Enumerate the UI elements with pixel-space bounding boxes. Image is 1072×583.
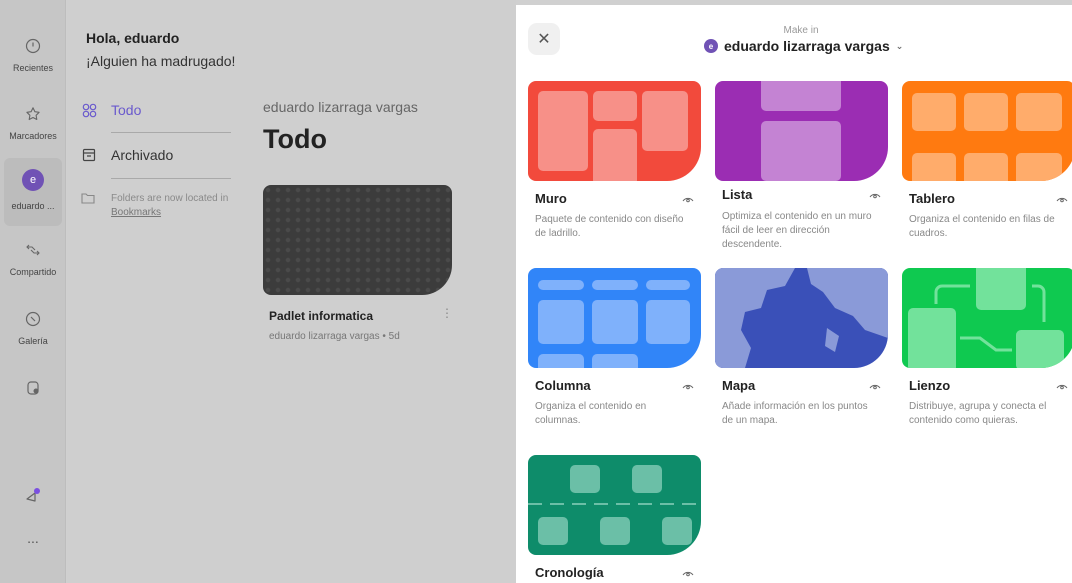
rail-label: Galería: [18, 336, 48, 346]
nav-item-archivado[interactable]: Archivado: [81, 147, 231, 163]
subgreeting: ¡Alguien ha madrugado!: [86, 53, 236, 69]
divider: [111, 132, 231, 133]
bookmarks-link[interactable]: Bookmarks: [111, 207, 161, 218]
preview-eye-icon[interactable]: [682, 569, 694, 577]
preview-eye-icon[interactable]: [1056, 382, 1068, 390]
rail-label: Compartido: [9, 267, 57, 277]
rail-label: eduardo ...: [11, 201, 55, 211]
lista-thumbnail: [715, 81, 888, 181]
more-button[interactable]: ...: [0, 530, 66, 546]
format-card-lienzo[interactable]: Lienzo Distribuye, agrupa y conecta el c…: [902, 268, 1072, 428]
owner-selector[interactable]: e eduardo lizarraga vargas ⌄: [704, 38, 903, 54]
card-title: Columna: [535, 378, 591, 393]
rail-item-recientes[interactable]: Recientes: [0, 33, 66, 73]
avatar: e: [22, 169, 44, 191]
star-icon: [20, 101, 46, 127]
card-description: Organiza el contenido en columnas.: [535, 401, 647, 426]
rail-item-compartido[interactable]: Compartido: [0, 237, 66, 277]
padlet-title[interactable]: Padlet informatica: [269, 309, 373, 323]
chevron-down-icon: ⌄: [895, 40, 904, 51]
rail-label: Recientes: [12, 63, 54, 73]
card-description: Paquete de contenido con diseño de ladri…: [535, 214, 684, 239]
card-title: Lista: [722, 187, 753, 202]
preview-eye-icon[interactable]: [1056, 195, 1068, 203]
tablero-thumbnail: [902, 81, 1072, 181]
make-in-label: Make in: [783, 25, 819, 36]
format-card-mapa[interactable]: Mapa Añade información en los puntos de …: [715, 268, 889, 428]
folder-icon: [81, 192, 97, 220]
preview-eye-icon[interactable]: [682, 382, 694, 390]
nav-label: Todo: [111, 102, 142, 118]
preview-eye-icon[interactable]: [682, 195, 694, 203]
grid-icon: [81, 102, 97, 118]
cronologia-thumbnail: [528, 455, 701, 555]
mapa-thumbnail: [715, 268, 888, 368]
format-card-cronologia[interactable]: Cronología: [528, 455, 702, 580]
lienzo-thumbnail: [902, 268, 1072, 368]
nav-item-todo[interactable]: Todo: [81, 102, 231, 118]
format-card-lista[interactable]: Lista Optimiza el contenido en un muro f…: [715, 81, 889, 252]
card-description: Organiza el contenido en filas de cuadro…: [909, 214, 1055, 239]
clock-icon: [20, 33, 46, 59]
rail-item-profile[interactable]: e eduardo ...: [0, 169, 66, 211]
card-title: Mapa: [722, 378, 756, 393]
card-title: Tablero: [909, 191, 955, 206]
format-card-tablero[interactable]: Tablero Organiza el contenido en filas d…: [902, 81, 1072, 241]
preview-eye-icon[interactable]: [869, 191, 881, 199]
card-description: Añade información en los puntos de un ma…: [722, 401, 868, 426]
compass-icon: [20, 306, 46, 332]
rail-item-marcadores[interactable]: Marcadores: [0, 101, 66, 141]
padlet-more-button[interactable]: ⋮: [441, 306, 453, 320]
card-description: Distribuye, agrupa y conecta el contenid…: [909, 401, 1047, 426]
left-rail: Recientes Marcadores e eduardo ... Compa…: [0, 0, 66, 583]
rail-label: Marcadores: [9, 131, 57, 141]
card-title: Lienzo: [909, 378, 951, 393]
avatar: e: [704, 39, 718, 53]
padlet-thumbnail[interactable]: [263, 185, 452, 295]
rail-item-galeria[interactable]: Galería: [0, 306, 66, 346]
format-card-columna[interactable]: Columna Organiza el contenido en columna…: [528, 268, 702, 428]
megaphone-icon: [20, 483, 46, 509]
dashboard-main: Hola, eduardo ¡Alguien ha madrugado! Tod…: [67, 0, 516, 583]
nav-label: Archivado: [111, 147, 174, 163]
rail-item-new-padlet[interactable]: [0, 375, 66, 401]
card-description: Optimiza el contenido en un muro fácil d…: [722, 211, 872, 250]
columna-thumbnail: [528, 268, 701, 368]
card-title: Cronología: [535, 565, 604, 580]
page-title: Todo: [263, 124, 327, 154]
add-file-icon: [20, 375, 46, 401]
handshake-icon: [20, 237, 46, 263]
preview-eye-icon[interactable]: [869, 382, 881, 390]
archive-icon: [81, 147, 97, 163]
greeting: Hola, eduardo: [86, 30, 180, 46]
folders-note-text: Folders are now located in: [111, 193, 229, 204]
format-card-muro[interactable]: Muro Paquete de contenido con diseño de …: [528, 81, 702, 241]
divider: [111, 178, 231, 179]
owner-name: eduardo lizarraga vargas: [263, 99, 418, 115]
create-padlet-panel: ✕ Make in e eduardo lizarraga vargas ⌄ M…: [516, 5, 1072, 583]
announcements-button[interactable]: [0, 483, 66, 509]
card-title: Muro: [535, 191, 567, 206]
padlet-meta: eduardo lizarraga vargas • 5d: [269, 331, 400, 342]
muro-thumbnail: [528, 81, 701, 181]
folders-note: Folders are now located in Bookmarks: [81, 192, 236, 220]
owner-selector-label: eduardo lizarraga vargas: [724, 38, 890, 54]
